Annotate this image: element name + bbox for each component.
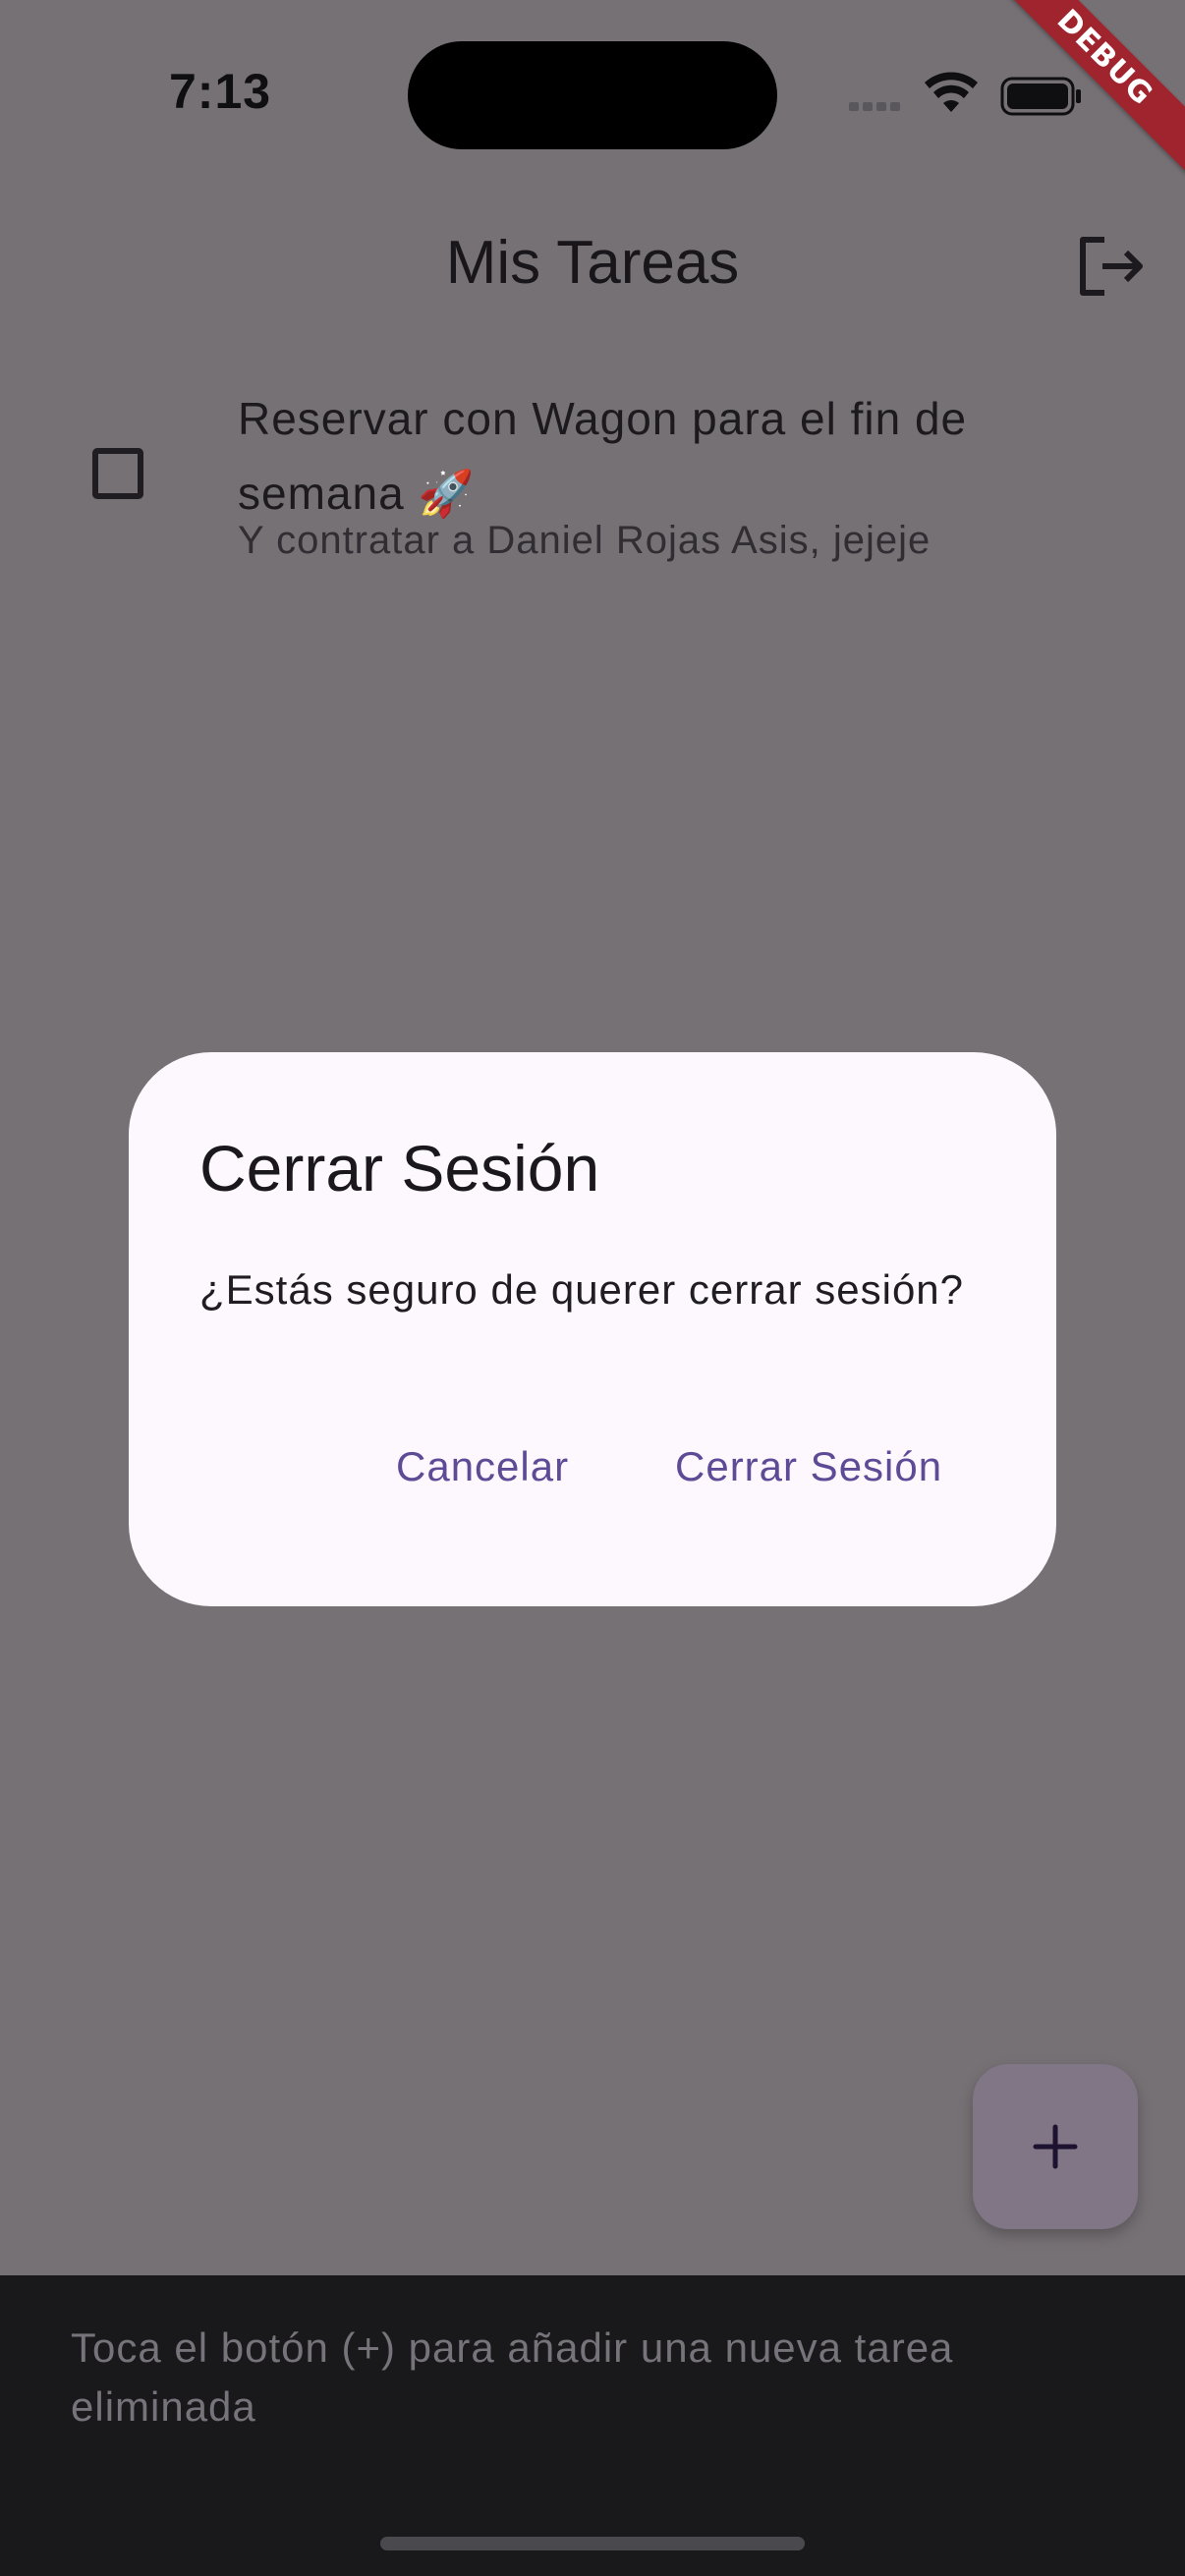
logout-icon[interactable]	[1075, 232, 1150, 301]
dynamic-island	[408, 41, 777, 149]
plus-icon	[1033, 2124, 1078, 2169]
status-icons	[849, 72, 1081, 116]
status-time: 7:13	[169, 64, 272, 119]
task-list-item[interactable]: Reservar con Wagon para el fin de semana…	[0, 364, 1185, 589]
battery-icon	[1000, 77, 1081, 116]
wifi-icon	[925, 72, 978, 112]
logout-dialog: Cerrar Sesión ¿Estás seguro de querer ce…	[129, 1052, 1056, 1606]
page-title: Mis Tareas	[445, 229, 740, 297]
confirm-logout-button[interactable]: Cerrar Sesión	[675, 1418, 942, 1516]
home-indicator[interactable]	[380, 2537, 805, 2550]
dialog-title: Cerrar Sesión	[199, 1132, 600, 1204]
task-checkbox[interactable]	[92, 448, 143, 499]
app-screen: 7:13 DEBUG Mis Tareas Reservar con Wagon…	[0, 0, 1185, 2576]
add-task-button[interactable]	[973, 2064, 1138, 2229]
task-subtitle: Y contratar a Daniel Rojas Asis, jejeje	[238, 519, 931, 562]
task-title: Reservar con Wagon para el fin de semana…	[238, 393, 968, 519]
snackbar: Toca el botón (+) para añadir una nueva …	[0, 2275, 1185, 2576]
signal-dots-icon	[849, 102, 900, 111]
dialog-message: ¿Estás seguro de querer cerrar sesión?	[199, 1266, 965, 1313]
cancel-button[interactable]: Cancelar	[396, 1418, 569, 1516]
snackbar-message: Toca el botón (+) para añadir una nueva …	[71, 2324, 954, 2430]
